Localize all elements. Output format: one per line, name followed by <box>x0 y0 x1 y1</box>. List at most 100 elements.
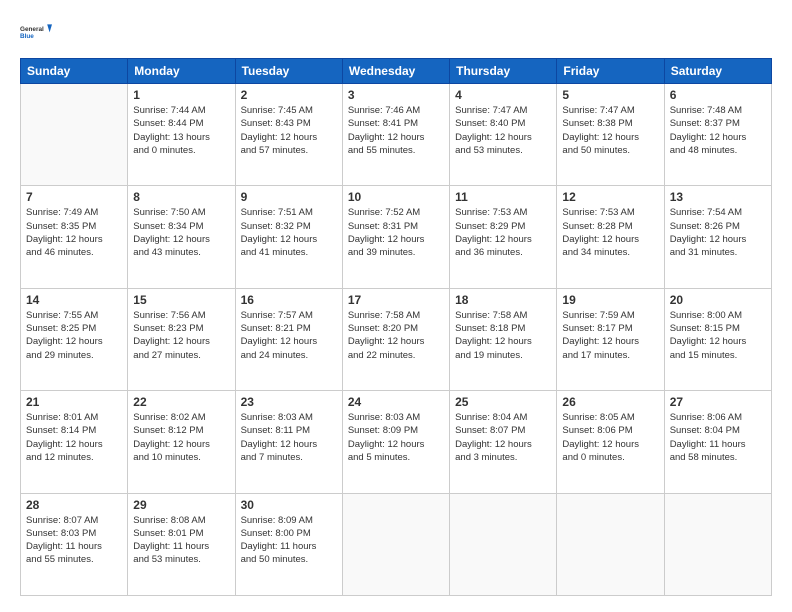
day-info: Sunrise: 7:49 AMSunset: 8:35 PMDaylight:… <box>26 206 122 259</box>
weekday-saturday: Saturday <box>664 59 771 84</box>
day-info: Sunrise: 7:56 AMSunset: 8:23 PMDaylight:… <box>133 309 229 362</box>
weekday-tuesday: Tuesday <box>235 59 342 84</box>
calendar-week-5: 28Sunrise: 8:07 AMSunset: 8:03 PMDayligh… <box>21 493 772 595</box>
day-info: Sunrise: 7:57 AMSunset: 8:21 PMDaylight:… <box>241 309 337 362</box>
day-number: 5 <box>562 88 658 102</box>
day-number: 21 <box>26 395 122 409</box>
day-number: 6 <box>670 88 766 102</box>
day-info: Sunrise: 7:55 AMSunset: 8:25 PMDaylight:… <box>26 309 122 362</box>
day-number: 16 <box>241 293 337 307</box>
svg-text:General: General <box>20 26 44 33</box>
day-number: 24 <box>348 395 444 409</box>
header: GeneralBlue <box>20 16 772 48</box>
day-info: Sunrise: 8:02 AMSunset: 8:12 PMDaylight:… <box>133 411 229 464</box>
day-info: Sunrise: 8:09 AMSunset: 8:00 PMDaylight:… <box>241 514 337 567</box>
day-number: 10 <box>348 190 444 204</box>
day-info: Sunrise: 7:47 AMSunset: 8:38 PMDaylight:… <box>562 104 658 157</box>
day-info: Sunrise: 7:58 AMSunset: 8:18 PMDaylight:… <box>455 309 551 362</box>
day-info: Sunrise: 7:51 AMSunset: 8:32 PMDaylight:… <box>241 206 337 259</box>
day-number: 20 <box>670 293 766 307</box>
calendar-week-3: 14 Sunrise: 7:55 AMSunset: 8:25 PMDayligh… <box>21 288 772 390</box>
calendar-cell: 24 Sunrise: 8:03 AMSunset: 8:09 PMDayligh… <box>342 391 449 493</box>
day-number: 18 <box>455 293 551 307</box>
calendar-table: SundayMondayTuesdayWednesdayThursdayFrid… <box>20 58 772 596</box>
calendar-cell: 4Sunrise: 7:47 AMSunset: 8:40 PMDaylight… <box>450 84 557 186</box>
day-info: Sunrise: 7:48 AMSunset: 8:37 PMDaylight:… <box>670 104 766 157</box>
calendar-cell: 6 Sunrise: 7:48 AMSunset: 8:37 PMDaylight… <box>664 84 771 186</box>
day-info: Sunrise: 8:05 AMSunset: 8:06 PMDaylight:… <box>562 411 658 464</box>
calendar-cell: 7 Sunrise: 7:49 AMSunset: 8:35 PMDaylight… <box>21 186 128 288</box>
day-number: 22 <box>133 395 229 409</box>
weekday-thursday: Thursday <box>450 59 557 84</box>
day-info: Sunrise: 8:04 AMSunset: 8:07 PMDaylight:… <box>455 411 551 464</box>
day-info: Sunrise: 7:53 AMSunset: 8:29 PMDaylight:… <box>455 206 551 259</box>
day-number: 11 <box>455 190 551 204</box>
calendar-cell: 2 Sunrise: 7:45 AMSunset: 8:43 PMDaylight… <box>235 84 342 186</box>
logo: GeneralBlue <box>20 16 52 48</box>
day-info: Sunrise: 8:03 AMSunset: 8:09 PMDaylight:… <box>348 411 444 464</box>
calendar-cell: 26Sunrise: 8:05 AMSunset: 8:06 PMDayligh… <box>557 391 664 493</box>
calendar-cell: 29 Sunrise: 8:08 AMSunset: 8:01 PMDayligh… <box>128 493 235 595</box>
calendar-cell <box>557 493 664 595</box>
page: GeneralBlue SundayMondayTuesdayWednesday… <box>0 0 792 612</box>
calendar-cell: 8Sunrise: 7:50 AMSunset: 8:34 PMDaylight… <box>128 186 235 288</box>
calendar-cell <box>342 493 449 595</box>
day-number: 17 <box>348 293 444 307</box>
calendar-cell: 5 Sunrise: 7:47 AMSunset: 8:38 PMDaylight… <box>557 84 664 186</box>
calendar-cell: 3 Sunrise: 7:46 AMSunset: 8:41 PMDaylight… <box>342 84 449 186</box>
calendar-cell: 22 Sunrise: 8:02 AMSunset: 8:12 PMDayligh… <box>128 391 235 493</box>
calendar-cell: 18 Sunrise: 7:58 AMSunset: 8:18 PMDayligh… <box>450 288 557 390</box>
day-info: Sunrise: 7:46 AMSunset: 8:41 PMDaylight:… <box>348 104 444 157</box>
day-number: 25 <box>455 395 551 409</box>
calendar-cell: 15Sunrise: 7:56 AMSunset: 8:23 PMDayligh… <box>128 288 235 390</box>
weekday-sunday: Sunday <box>21 59 128 84</box>
weekday-monday: Monday <box>128 59 235 84</box>
day-number: 30 <box>241 498 337 512</box>
day-info: Sunrise: 7:59 AMSunset: 8:17 PMDaylight:… <box>562 309 658 362</box>
calendar-cell: 14 Sunrise: 7:55 AMSunset: 8:25 PMDayligh… <box>21 288 128 390</box>
calendar-cell: 12Sunrise: 7:53 AMSunset: 8:28 PMDayligh… <box>557 186 664 288</box>
day-number: 19 <box>562 293 658 307</box>
day-info: Sunrise: 8:03 AMSunset: 8:11 PMDaylight:… <box>241 411 337 464</box>
calendar-week-1: 1Sunrise: 7:44 AMSunset: 8:44 PMDaylight… <box>21 84 772 186</box>
day-number: 7 <box>26 190 122 204</box>
calendar-cell: 23Sunrise: 8:03 AMSunset: 8:11 PMDayligh… <box>235 391 342 493</box>
calendar-week-4: 21 Sunrise: 8:01 AMSunset: 8:14 PMDayligh… <box>21 391 772 493</box>
day-number: 28 <box>26 498 122 512</box>
day-number: 27 <box>670 395 766 409</box>
calendar-cell <box>450 493 557 595</box>
calendar-cell: 17Sunrise: 7:58 AMSunset: 8:20 PMDayligh… <box>342 288 449 390</box>
day-info: Sunrise: 8:00 AMSunset: 8:15 PMDaylight:… <box>670 309 766 362</box>
day-number: 1 <box>133 88 229 102</box>
day-info: Sunrise: 7:47 AMSunset: 8:40 PMDaylight:… <box>455 104 551 157</box>
calendar-cell: 10 Sunrise: 7:52 AMSunset: 8:31 PMDayligh… <box>342 186 449 288</box>
day-number: 14 <box>26 293 122 307</box>
day-number: 13 <box>670 190 766 204</box>
day-info: Sunrise: 7:52 AMSunset: 8:31 PMDaylight:… <box>348 206 444 259</box>
calendar-cell: 21 Sunrise: 8:01 AMSunset: 8:14 PMDayligh… <box>21 391 128 493</box>
day-info: Sunrise: 8:01 AMSunset: 8:14 PMDaylight:… <box>26 411 122 464</box>
weekday-friday: Friday <box>557 59 664 84</box>
day-info: Sunrise: 8:06 AMSunset: 8:04 PMDaylight:… <box>670 411 766 464</box>
calendar-cell: 13Sunrise: 7:54 AMSunset: 8:26 PMDayligh… <box>664 186 771 288</box>
calendar-cell <box>21 84 128 186</box>
weekday-wednesday: Wednesday <box>342 59 449 84</box>
calendar-cell: 25 Sunrise: 8:04 AMSunset: 8:07 PMDayligh… <box>450 391 557 493</box>
day-number: 2 <box>241 88 337 102</box>
calendar-cell: 20 Sunrise: 8:00 AMSunset: 8:15 PMDayligh… <box>664 288 771 390</box>
svg-text:Blue: Blue <box>20 33 34 40</box>
calendar-cell: 30 Sunrise: 8:09 AMSunset: 8:00 PMDayligh… <box>235 493 342 595</box>
calendar-week-2: 7 Sunrise: 7:49 AMSunset: 8:35 PMDaylight… <box>21 186 772 288</box>
calendar-cell: 27 Sunrise: 8:06 AMSunset: 8:04 PMDayligh… <box>664 391 771 493</box>
calendar-cell: 1Sunrise: 7:44 AMSunset: 8:44 PMDaylight… <box>128 84 235 186</box>
calendar-cell: 11 Sunrise: 7:53 AMSunset: 8:29 PMDayligh… <box>450 186 557 288</box>
calendar-cell: 28Sunrise: 8:07 AMSunset: 8:03 PMDayligh… <box>21 493 128 595</box>
logo-icon: GeneralBlue <box>20 16 52 48</box>
day-number: 8 <box>133 190 229 204</box>
day-number: 3 <box>348 88 444 102</box>
day-info: Sunrise: 7:53 AMSunset: 8:28 PMDaylight:… <box>562 206 658 259</box>
day-info: Sunrise: 7:45 AMSunset: 8:43 PMDaylight:… <box>241 104 337 157</box>
day-number: 29 <box>133 498 229 512</box>
day-info: Sunrise: 8:08 AMSunset: 8:01 PMDaylight:… <box>133 514 229 567</box>
calendar-cell: 9Sunrise: 7:51 AMSunset: 8:32 PMDaylight… <box>235 186 342 288</box>
